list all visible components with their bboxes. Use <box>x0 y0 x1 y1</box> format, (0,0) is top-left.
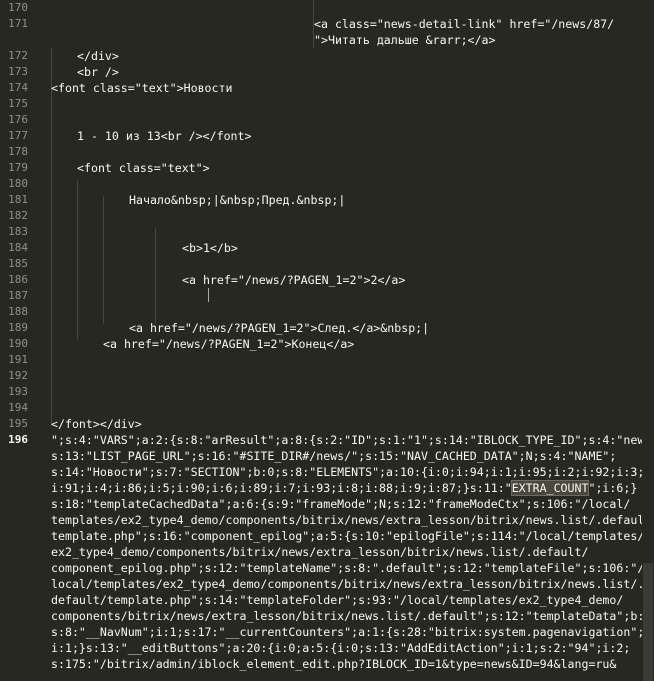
code-line-196-wrap[interactable]: i:91;i:4;i:86;i:5;i:90;i:6;i:89;i:7;i:93… <box>51 480 637 496</box>
code-line-171[interactable]: <a class="news-detail-link" href="/news/… <box>314 16 614 32</box>
line-number: 186 <box>8 273 28 286</box>
code-line-196-wrap[interactable]: s:175:"/bitrix/admin/iblock_element_edit… <box>51 656 616 672</box>
line-number: 185 <box>8 257 28 270</box>
code-segment: i:91;i:4;i:86;i:5;i:90;i:6;i:89;i:7;i:93… <box>51 481 512 495</box>
code-line-173[interactable]: <br /> <box>77 64 119 80</box>
code-line-171-wrap[interactable]: ">Читать дальше &rarr;</a> <box>314 32 495 48</box>
line-number: 182 <box>8 209 28 222</box>
selected-text-extra-count[interactable]: EXTRA_COUNT <box>510 480 590 496</box>
line-number: 176 <box>8 113 28 126</box>
code-line-196-wrap[interactable]: i:1;}s:13:"__editButtons";a:20:{i:0;a:5:… <box>51 640 630 656</box>
line-number: 183 <box>8 225 28 238</box>
code-line-179[interactable]: <font class="text"> <box>77 160 210 176</box>
caret-marker <box>208 288 209 302</box>
code-line-196-wrap[interactable]: component_epilog.php";s:12:"templateName… <box>51 560 644 576</box>
line-number: 194 <box>8 401 28 414</box>
line-number: 180 <box>8 177 28 190</box>
code-line-196-wrap[interactable]: s:18:"templateCachedData";a:6:{s:9:"fram… <box>51 496 630 512</box>
code-line-196-wrap[interactable]: local/templates/ex2_type4_demo/component… <box>51 576 644 592</box>
code-line-189[interactable]: <a href="/news/?PAGEN_1=2">След.</a>&nbs… <box>129 320 429 336</box>
line-number: 177 <box>8 129 28 142</box>
line-number: 173 <box>8 65 28 78</box>
indent-guide <box>51 360 52 424</box>
code-line-196-wrap[interactable]: templates/ex2_type4_demo/components/bitr… <box>51 512 654 528</box>
line-number: 178 <box>8 145 28 158</box>
line-number: 179 <box>8 161 28 174</box>
code-line-181[interactable]: Начало&nbsp;|&nbsp;Пред.&nbsp;| <box>129 192 345 208</box>
line-number-gutter: 170 171 172 173 174 175 176 177 178 179 180 181 182 1… <box>0 0 42 681</box>
line-number: 184 <box>8 241 28 254</box>
code-area[interactable]: <a class="news-detail-link" href="/news/… <box>51 0 654 681</box>
line-number: 171 <box>8 17 28 30</box>
indent-guide <box>103 196 104 324</box>
line-number: 175 <box>8 97 28 110</box>
code-line-190[interactable]: <a href="/news/?PAGEN_1=2">Конец</a> <box>103 336 354 352</box>
line-number: 170 <box>8 1 28 14</box>
indent-guide <box>51 48 52 373</box>
code-line-196-wrap[interactable]: default/template.php";s:14:"templateFold… <box>51 592 623 608</box>
code-line-196-wrap[interactable]: s:8:"__NavNum";i:1;s:17:"__currentCounte… <box>51 624 644 640</box>
vertical-scrollbar[interactable] <box>642 0 654 681</box>
line-number: 188 <box>8 305 28 318</box>
code-line-187[interactable] <box>208 288 209 304</box>
line-number: 191 <box>8 353 28 366</box>
code-line-195[interactable]: </font></div> <box>51 416 142 432</box>
code-line-196-wrap[interactable]: ex2_type4_demo/components/bitrix/news/ex… <box>51 544 588 560</box>
line-number: 195 <box>8 417 28 430</box>
code-line-196-wrap[interactable]: s:14:"Новости";s:7:"SECTION";b:0;s:8:"EL… <box>51 464 644 480</box>
indent-guide <box>155 228 156 324</box>
line-number: 196 <box>8 433 28 446</box>
line-number <box>0 32 28 48</box>
code-line-177[interactable]: 1 - 10 из 13<br /></font> <box>77 128 252 144</box>
line-number: 187 <box>8 289 28 302</box>
line-number: 172 <box>8 49 28 62</box>
line-number: 190 <box>8 337 28 350</box>
code-line-196-wrap[interactable]: s:13:"LIST_PAGE_URL";s:16:"#SITE_DIR#/ne… <box>51 448 616 464</box>
line-number: 192 <box>8 369 28 382</box>
line-number: 174 <box>8 81 28 94</box>
scrollbar-thumb[interactable] <box>643 563 653 681</box>
line-number: 189 <box>8 321 28 334</box>
code-line-196-wrap[interactable]: template.php";s:16:"component_epilog";a:… <box>51 528 644 544</box>
code-line-196[interactable]: ";s:4:"VARS";a:2:{s:8:"arResult";a:8:{s:… <box>51 432 654 448</box>
code-line-174[interactable]: <font class="text">Новости <box>51 80 232 96</box>
code-line-184[interactable]: <b>1</b> <box>182 240 238 256</box>
code-line-172[interactable]: </div> <box>77 48 119 64</box>
indent-guide <box>77 180 78 340</box>
code-segment: ";i:6;} <box>588 481 638 495</box>
line-number: 193 <box>8 385 28 398</box>
code-line-196-wrap[interactable]: components/bitrix/news/extra_lesson/bitr… <box>51 608 654 624</box>
code-line-186[interactable]: <a href="/news/?PAGEN_1=2">2</a> <box>182 272 405 288</box>
code-editor[interactable]: 170 171 172 173 174 175 176 177 178 179 180 181 182 1… <box>0 0 654 681</box>
line-number: 181 <box>8 193 28 206</box>
